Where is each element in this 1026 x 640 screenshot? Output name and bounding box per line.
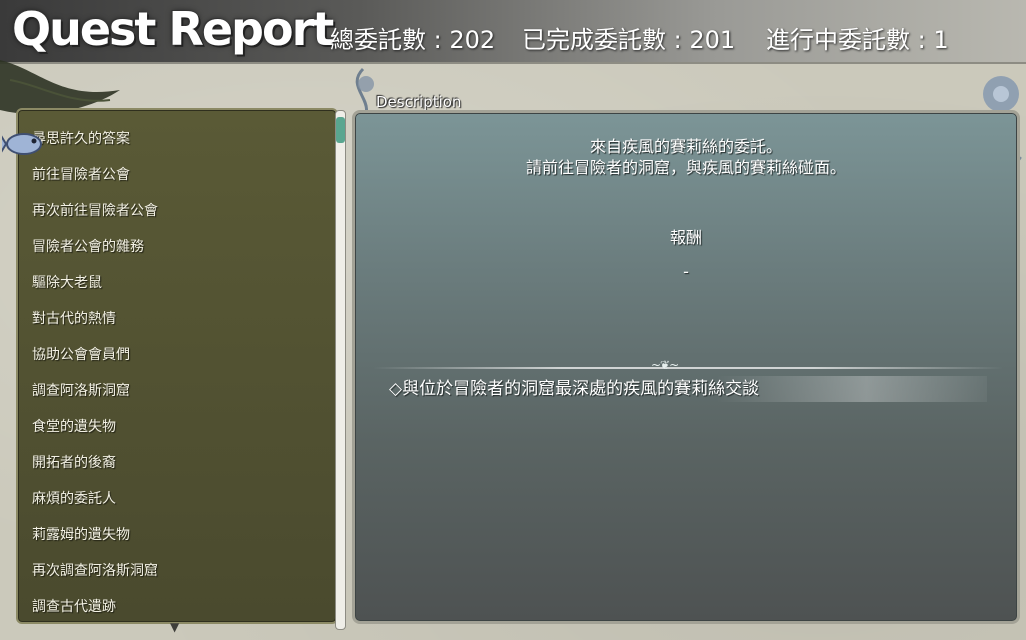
quest-list-item[interactable]: 調查阿洛斯洞窟 — [32, 377, 130, 405]
divider-line — [373, 367, 1003, 369]
quest-objective: ◇與位於冒險者的洞窟最深處的疾風的賽莉絲交談 — [385, 376, 987, 402]
header-bar: Quest Report 總委託數 : 202 已完成委託數 : 201 進行中… — [0, 0, 1026, 64]
description-label: Description — [376, 93, 462, 111]
quest-list-item[interactable]: 調查古代遺跡 — [32, 593, 116, 621]
quest-list-item[interactable]: 驅除大老鼠 — [32, 269, 102, 297]
quest-list-panel: 尋思許久的答案 前往冒險者公會 再次前往冒險者公會 冒險者公會的雜務 驅除大老鼠… — [16, 108, 338, 624]
quest-list-item[interactable]: 麻煩的委託人 — [32, 485, 116, 513]
reward-value: - — [683, 262, 689, 281]
quest-list-item[interactable]: 莉露姆的遺失物 — [32, 521, 130, 549]
description-line-2: 請前往冒險者的洞窟，與疾風的賽莉絲碰面。 — [525, 158, 846, 177]
quest-list-item[interactable]: 再次調查阿洛斯洞窟 — [32, 557, 158, 585]
quest-list-item[interactable]: 再次前往冒險者公會 — [32, 197, 158, 225]
quest-list-item[interactable]: 對古代的熱情 — [32, 305, 116, 333]
scrollbar-thumb[interactable] — [336, 117, 345, 143]
completed-quests-count: 已完成委託數 : 201 — [522, 26, 736, 54]
quest-list-item[interactable]: 協助公會會員們 — [32, 341, 130, 369]
description-panel: 來自疾風的賽莉絲的委託。 請前往冒險者的洞窟，與疾風的賽莉絲碰面。 報酬 - ~… — [352, 110, 1020, 624]
in-progress-quests-count: 進行中委託數 : 1 — [766, 26, 949, 54]
total-quests-count: 總委託數 : 202 — [330, 26, 496, 54]
quest-list-item[interactable]: 開拓者的後裔 — [32, 449, 116, 477]
quest-list-item[interactable]: 冒險者公會的雜務 — [32, 233, 144, 261]
scroll-down-arrow-icon[interactable]: ▼ — [170, 620, 179, 634]
page-title: Quest Report — [12, 2, 334, 56]
reward-title: 報酬 — [669, 228, 702, 247]
fish-cursor-icon — [2, 133, 42, 155]
quest-list-scrollbar[interactable] — [335, 110, 346, 630]
divider-ornament-icon: ~❦~ — [651, 358, 679, 372]
quest-list-item[interactable]: 食堂的遺失物 — [32, 413, 116, 441]
